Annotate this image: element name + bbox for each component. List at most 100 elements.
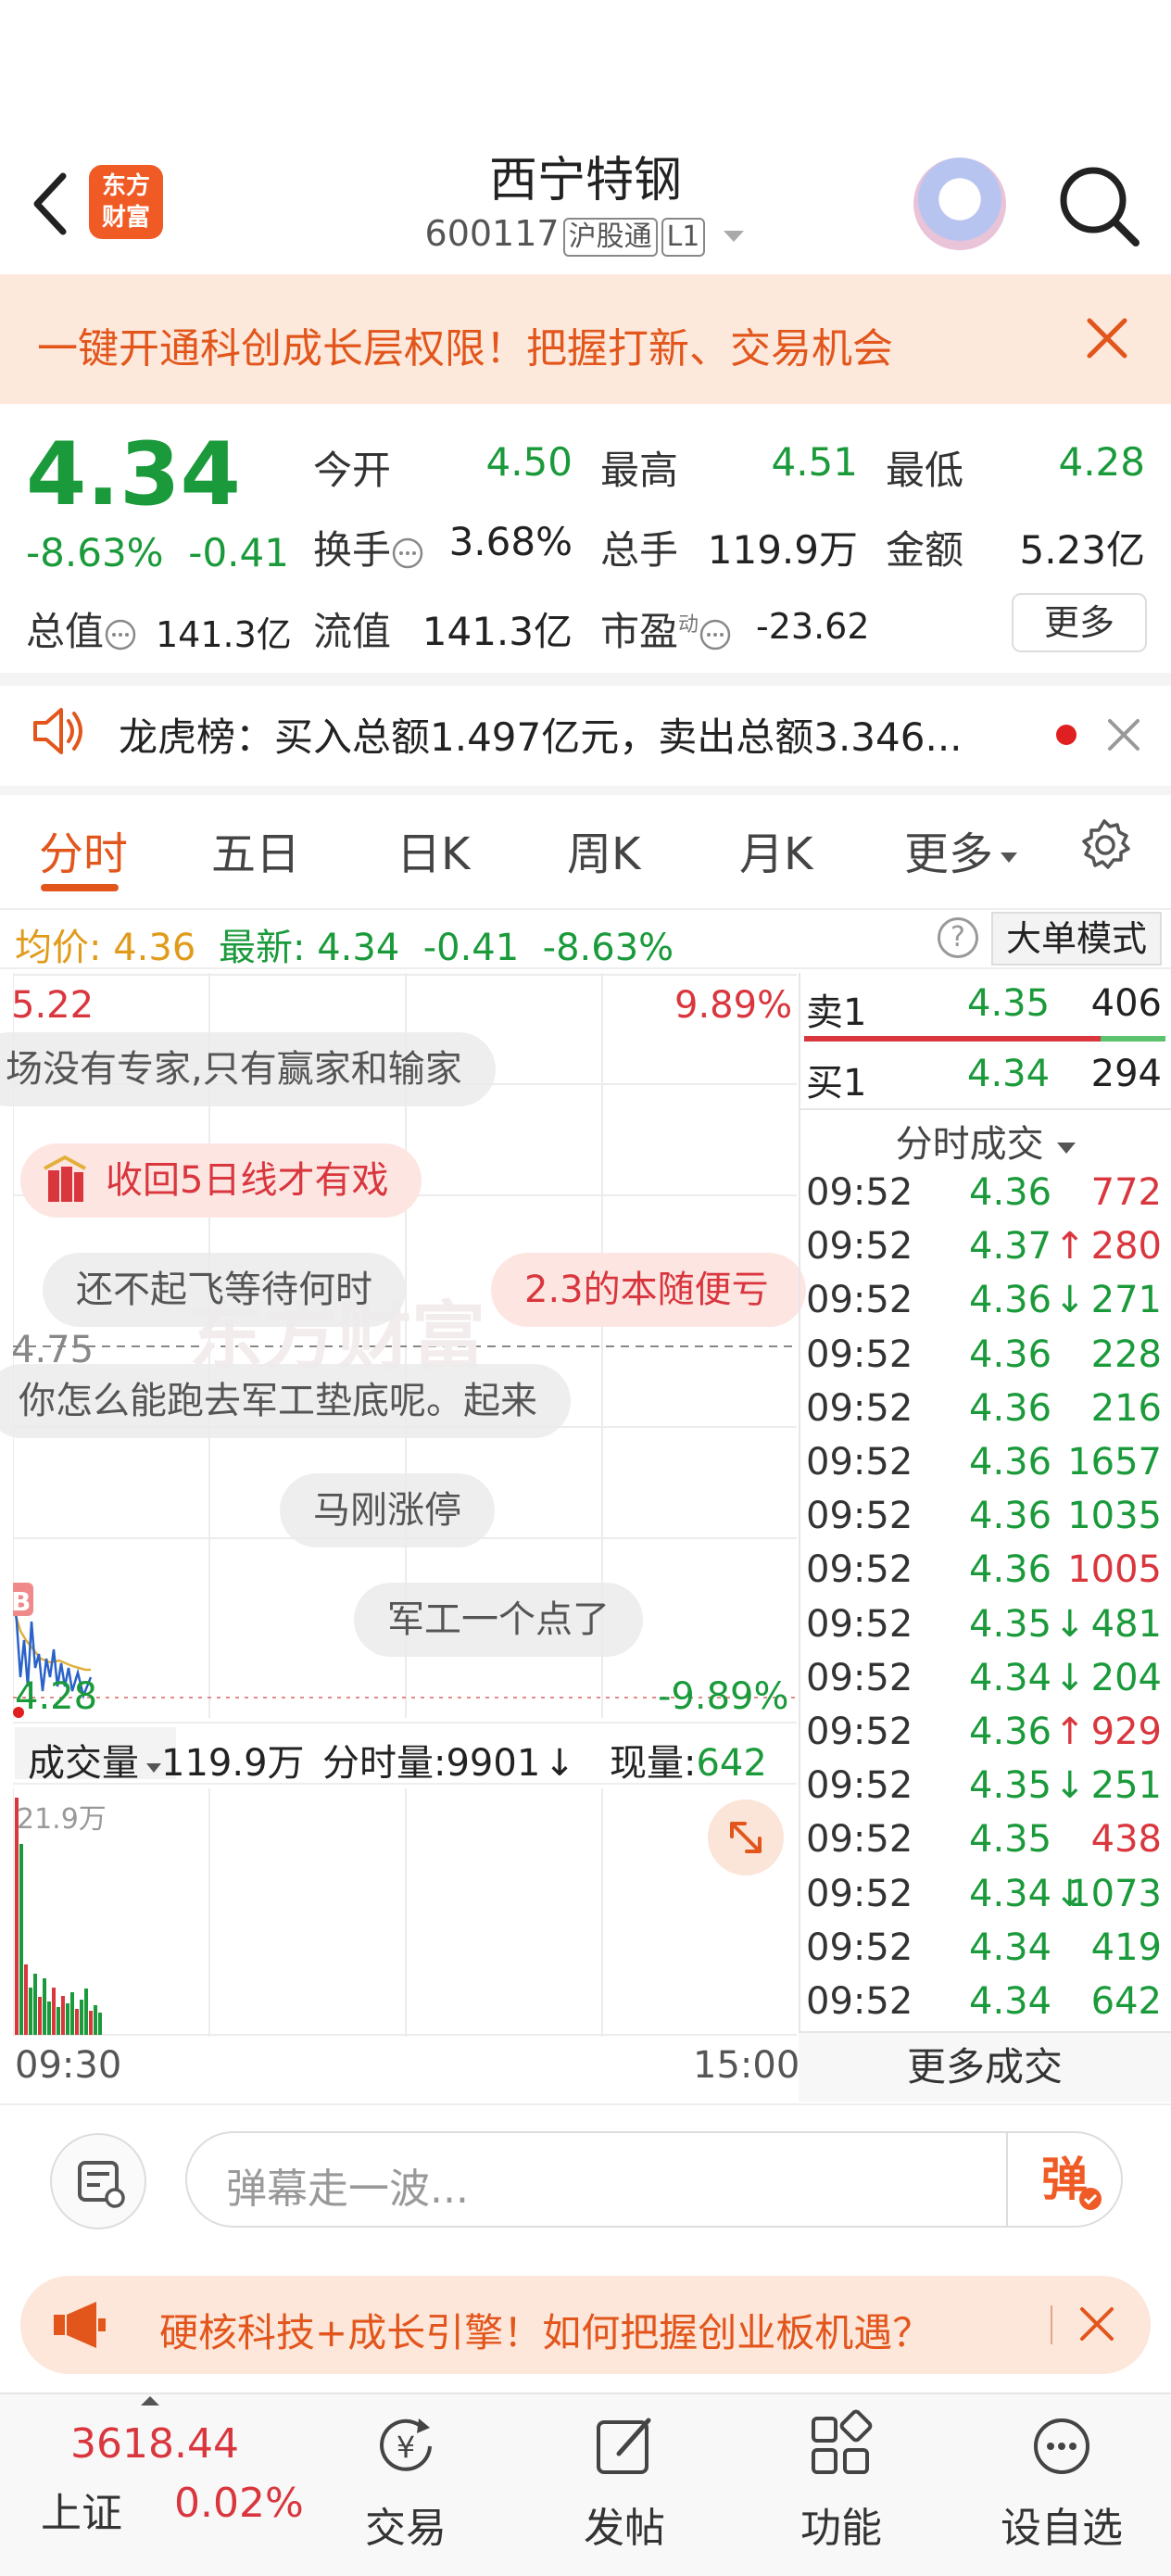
close-icon[interactable] <box>1073 2300 1121 2348</box>
bid-1-row: 买1 4.34 294 <box>806 1053 1162 1105</box>
high-label: 最高 <box>600 448 679 493</box>
firecracker-icon <box>44 1155 86 1202</box>
info-dots-icon <box>105 619 136 650</box>
tab-more[interactable]: 更多 <box>904 817 1019 882</box>
trade-volume: 438 <box>1090 1818 1162 1862</box>
tab-intraday[interactable]: 分时 <box>39 817 128 882</box>
danmu-bubble: 你怎么能跑去军工垫底呢。起来 <box>0 1364 571 1438</box>
divider <box>0 673 1171 686</box>
latest-price: 最新: 4.34 -0.41 -8.63% <box>219 927 674 969</box>
trade-row: 09:52 4.35 438 <box>806 1818 1167 1872</box>
nav-add-watchlist[interactable]: 设自选 <box>978 2409 1145 2554</box>
trade-price: 4.36 <box>969 1171 1052 1214</box>
down-arrow-icon: ↓ <box>1054 1656 1086 1699</box>
tab-daily-k[interactable]: 日K <box>397 817 470 882</box>
change-abs: -0.41 <box>188 530 289 575</box>
help-icon[interactable]: ? <box>938 917 978 958</box>
trade-time: 09:52 <box>806 1656 913 1699</box>
trade-price: 4.34 <box>969 1656 1052 1699</box>
tab-five-day[interactable]: 五日 <box>211 817 300 882</box>
trade-row: 09:52 4.36 ↑ 929 <box>806 1711 1167 1764</box>
trade-price: 4.36 <box>969 1548 1052 1592</box>
change-pct: -8.63% <box>26 530 164 575</box>
volume-chart <box>13 1788 797 2037</box>
trade-row: 09:52 4.34 419 <box>806 1926 1167 1980</box>
trade-volume: 251 <box>1090 1764 1162 1808</box>
trade-row: 09:52 4.36 1005 <box>806 1548 1167 1602</box>
minute-volume: 分时量:9901 ↓ <box>322 1742 575 1785</box>
danmu-bubble: 收回5日线才有戏 <box>20 1143 422 1218</box>
time-axis-end: 15:00 <box>693 2044 800 2087</box>
trade-price: 4.35 <box>969 1818 1052 1862</box>
trade-price: 4.36 <box>969 1386 1052 1430</box>
trade-row: 09:52 4.36 772 <box>806 1171 1167 1225</box>
trade-price: 4.36 <box>969 1441 1052 1484</box>
current-price: 4.34 <box>26 424 241 525</box>
danmu-input-placeholder: 弹幕走一波... <box>226 2166 469 2213</box>
trade-volume: 772 <box>1090 1171 1162 1214</box>
trade-price: 4.34 <box>969 1926 1052 1969</box>
app-logo: 东方 财富 <box>89 165 163 239</box>
ask-bid-ratio-bar <box>804 1036 1101 1042</box>
trade-list-header[interactable]: 分时成交 <box>806 1114 1167 1168</box>
nav-post[interactable]: 发帖 <box>541 2409 708 2554</box>
pe-label[interactable]: 市盈动 <box>600 600 732 657</box>
search-icon[interactable] <box>1056 163 1141 248</box>
open-label: 今开 <box>313 448 392 493</box>
assistant-robot-icon[interactable] <box>913 158 1006 250</box>
svg-text:¥: ¥ <box>397 2430 415 2465</box>
stock-code-row[interactable]: 600117 沪股通 L1 <box>334 213 837 257</box>
back-arrow-icon[interactable] <box>22 167 78 241</box>
trade-time: 09:52 <box>806 1495 913 1538</box>
open-value: 4.50 <box>485 439 573 485</box>
trade-time: 09:52 <box>806 1711 913 1753</box>
close-icon[interactable] <box>1101 712 1147 758</box>
nav-trade[interactable]: ¥ 交易 <box>322 2409 489 2554</box>
dragon-tiger-notice[interactable]: 龙虎榜：买入总额1.497亿元，卖出总额3.346... <box>119 706 963 763</box>
more-button[interactable]: 更多 <box>1012 593 1147 652</box>
volume-selector[interactable]: 成交量 <box>15 1727 176 1785</box>
trade-row: 09:52 4.37 ↑ 280 <box>806 1225 1167 1279</box>
trade-price: 4.36 <box>969 1332 1052 1376</box>
index-change-pct[interactable]: 0.02% <box>174 2480 304 2527</box>
dropdown-triangle-icon <box>1057 1143 1077 1154</box>
index-name[interactable]: 上证 <box>41 2480 122 2539</box>
trade-volume: 929 <box>1090 1711 1162 1753</box>
trade-price: 4.36 <box>969 1279 1052 1322</box>
ask-bid-ratio-bar-remainder <box>1101 1036 1165 1042</box>
expand-icon <box>730 1822 762 1853</box>
low-value: 4.28 <box>1058 439 1145 485</box>
trade-time: 09:52 <box>806 1602 913 1646</box>
more-dots-icon <box>1034 2418 1089 2474</box>
trade-volume: 642 <box>1090 1980 1162 2023</box>
close-icon[interactable] <box>1075 306 1140 371</box>
float-value: 141.3亿 <box>422 609 573 654</box>
trade-price: 4.34 <box>969 1872 1052 1915</box>
trade-time: 09:52 <box>806 1872 913 1915</box>
tab-weekly-k[interactable]: 周K <box>567 817 640 882</box>
yuan-cycle-icon: ¥ <box>380 2418 432 2471</box>
volume-label: 总手 <box>600 527 679 573</box>
index-value[interactable]: 3618.44 <box>70 2420 239 2468</box>
unread-dot <box>1056 725 1077 745</box>
more-trades-button[interactable]: 更多成交 <box>799 2031 1171 2102</box>
trade-time: 09:52 <box>806 1926 913 1969</box>
trade-time: 09:52 <box>806 1386 913 1430</box>
expand-chart-button[interactable] <box>708 1799 784 1875</box>
edit-icon <box>597 2418 651 2474</box>
mktcap-label[interactable]: 总值 <box>26 600 137 657</box>
trade-row: 09:52 4.36 228 <box>806 1333 1167 1387</box>
dropdown-triangle-icon <box>146 1763 161 1773</box>
nav-functions[interactable]: 功能 <box>758 2409 925 2554</box>
big-order-mode-button[interactable]: 大单模式 <box>991 912 1162 966</box>
divider <box>1051 2305 1052 2344</box>
comment-settings-button[interactable] <box>50 2133 146 2229</box>
tab-monthly-k[interactable]: 月K <box>739 817 812 882</box>
active-tab-indicator <box>41 884 119 891</box>
turnover-label[interactable]: 换手 <box>313 519 424 575</box>
trade-row: 09:52 4.35 ↓ 481 <box>806 1603 1167 1657</box>
gear-icon[interactable] <box>1075 815 1134 875</box>
send-danmu-button[interactable]: 弹 <box>1006 2133 1121 2226</box>
time-axis-start: 09:30 <box>15 2044 122 2087</box>
megaphone-icon <box>54 2302 106 2348</box>
